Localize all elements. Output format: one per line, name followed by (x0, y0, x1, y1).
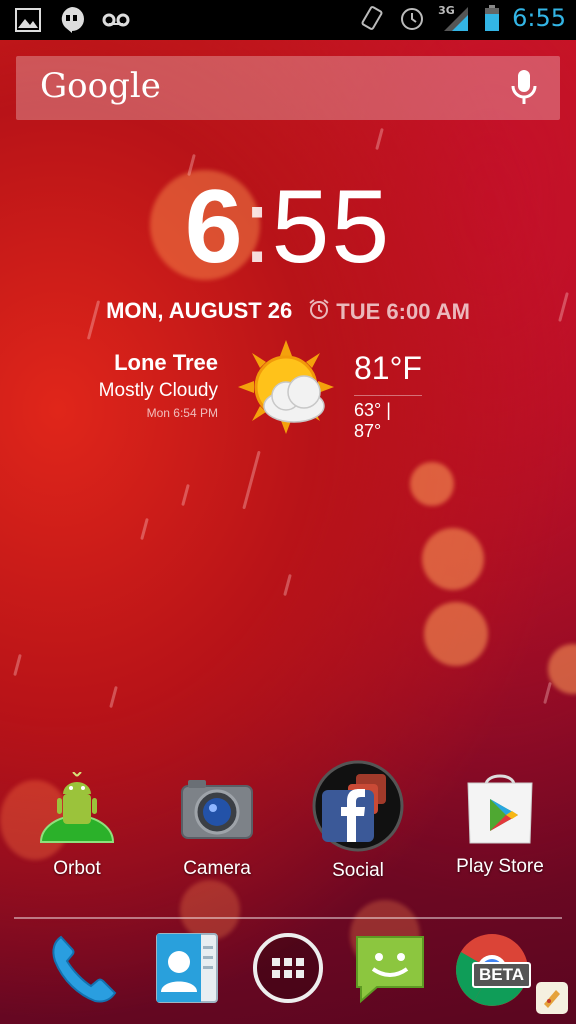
rain-streak (140, 517, 149, 541)
rain-streak (283, 573, 292, 597)
weather-temperature[interactable]: 81°F 63° | 87° (354, 350, 422, 442)
app-label: Orbot (53, 858, 101, 879)
chrome-beta-icon: BETA (454, 932, 532, 1008)
google-search-bar[interactable]: Google (16, 56, 560, 120)
app-drawer-icon (251, 931, 325, 1009)
weather-city: Lone Tree (114, 350, 218, 375)
dock-divider (14, 917, 562, 919)
app-label: Social (332, 860, 384, 881)
clock-minutes: 55 (271, 169, 392, 285)
hangouts-icon (58, 6, 86, 34)
status-time: 6:55 (512, 4, 566, 32)
camera-icon (157, 770, 277, 850)
network-type: 3G (438, 4, 455, 17)
dock-messaging[interactable] (350, 930, 430, 1010)
clock-widget[interactable]: 6:55 (0, 168, 576, 287)
contacts-icon (151, 932, 221, 1008)
next-alarm[interactable]: TUE 6:00 AM (308, 298, 470, 326)
battery-icon (484, 4, 500, 32)
app-social-folder[interactable]: Social (298, 760, 418, 882)
dock-contacts[interactable] (146, 930, 226, 1010)
voicemail-icon (102, 6, 130, 34)
weather-location[interactable]: Lone Tree Mostly Cloudy Mon 6:54 PM (99, 350, 218, 420)
dock-chrome-beta[interactable]: BETA (452, 930, 532, 1010)
rain-streak (242, 450, 261, 510)
bokeh-light (548, 644, 576, 694)
rain-streak (543, 681, 552, 705)
mic-icon[interactable] (510, 70, 538, 110)
phone-icon (47, 931, 121, 1009)
rain-streak (375, 127, 384, 151)
beta-badge: BETA (472, 962, 532, 988)
bokeh-light (422, 528, 484, 590)
bokeh-light (410, 462, 454, 506)
notification-app-icon[interactable] (536, 982, 568, 1014)
google-logo[interactable]: Google (40, 66, 161, 106)
orbot-icon (17, 770, 137, 850)
clock-colon: : (242, 169, 272, 285)
date-line: MON, AUGUST 26 TUE 6:00 AM (0, 298, 576, 326)
dock-app-drawer[interactable] (248, 930, 328, 1010)
play-store-icon (440, 768, 560, 848)
current-temp: 81°F (354, 350, 422, 386)
signal-icon: 3G (438, 4, 472, 32)
app-orbot[interactable]: Orbot (17, 770, 137, 880)
rain-streak (13, 653, 22, 677)
app-camera[interactable]: Camera (157, 770, 277, 880)
rain-streak (181, 483, 190, 507)
social-folder-icon (298, 760, 418, 852)
rain-streak (109, 685, 118, 709)
alarm-clock-icon (308, 298, 330, 326)
status-bar: 3G 6:55 (0, 0, 576, 40)
temp-range: 63° | 87° (354, 395, 422, 442)
weather-updated: Mon 6:54 PM (146, 406, 218, 420)
app-play-store[interactable]: Play Store (440, 768, 560, 878)
alarm-text: TUE 6:00 AM (336, 299, 470, 324)
alarm-icon (398, 4, 426, 32)
bokeh-light (424, 602, 488, 666)
weather-condition: Mostly Cloudy (98, 380, 218, 401)
dock-phone[interactable] (44, 930, 124, 1010)
image-icon (14, 6, 42, 34)
app-label: Play Store (456, 856, 544, 877)
date-text: MON, AUGUST 26 (106, 298, 293, 323)
vibrate-icon (358, 4, 386, 32)
clock-hour: 6 (184, 169, 243, 285)
messaging-icon (353, 931, 427, 1009)
app-label: Camera (183, 858, 251, 879)
partly-cloudy-icon[interactable] (238, 340, 338, 440)
